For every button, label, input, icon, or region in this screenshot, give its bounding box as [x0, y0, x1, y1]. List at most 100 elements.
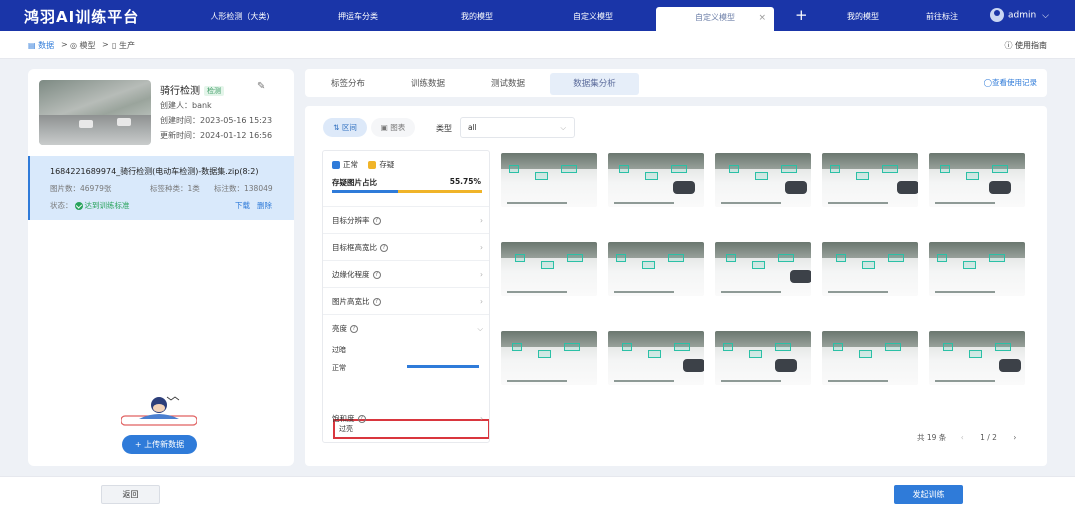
- footer-bar: 返回 发起训练: [0, 476, 1075, 507]
- chevron-right-icon: ›: [480, 216, 483, 225]
- delete-link[interactable]: 删除: [257, 200, 272, 211]
- help-icon: ?: [350, 325, 358, 333]
- avatar-icon: [990, 8, 1004, 22]
- next-page-icon[interactable]: ›: [1013, 433, 1016, 442]
- brightness-normal-bar: [407, 365, 479, 368]
- type-label: 类型: [436, 124, 452, 133]
- help-icon: ?: [372, 298, 381, 306]
- dataset-item[interactable]: 1684221689974_骑行检测(电动车检测)-数据集.zip(8:2) 图…: [28, 156, 294, 220]
- close-icon[interactable]: ×: [758, 7, 766, 29]
- dataset-image-thumbnail[interactable]: [501, 242, 597, 296]
- edit-icon[interactable]: ✎: [257, 81, 265, 92]
- model-updated-time: 更新时间：2024-01-12 16:56: [160, 131, 273, 140]
- chevron-right-icon: ›: [480, 414, 483, 423]
- filter-box-aspect[interactable]: 目标框高宽比? ›: [323, 233, 489, 260]
- dataset-image-thumbnail[interactable]: [608, 242, 704, 296]
- filter-saturation[interactable]: 饱和度? ›: [323, 405, 489, 432]
- ratio-legend: 正常 存疑: [332, 159, 394, 170]
- breadcrumb-model[interactable]: ◎ 模型: [70, 40, 96, 51]
- chevron-down-icon: ⌵: [1042, 10, 1049, 21]
- nav-tab-label: 自定义模型: [695, 13, 735, 22]
- help-icon: ?: [380, 244, 388, 252]
- dataset-image-thumbnail[interactable]: [822, 153, 918, 207]
- model-created-time: 创建时间：2023-05-16 15:23: [160, 116, 273, 125]
- nav-tab-my-models-2[interactable]: 我的模型: [823, 0, 903, 31]
- dataset-status: 状态： 达到训练标准: [50, 201, 130, 210]
- filter-edge-degree[interactable]: 边缘化程度? ›: [323, 260, 489, 287]
- breadcrumb-data[interactable]: ▤ 数据: [28, 40, 54, 51]
- back-button[interactable]: 返回: [101, 485, 160, 504]
- add-tab-icon[interactable]: +: [795, 6, 808, 24]
- dataset-label-count: 标注数：138049: [214, 184, 273, 193]
- dataset-status-value: 达到训练标准: [84, 201, 130, 210]
- image-icon: ▣: [380, 123, 391, 132]
- user-menu[interactable]: admin ⌵: [990, 8, 1049, 22]
- tab-dataset-analysis[interactable]: 数据集分析: [550, 73, 639, 95]
- start-training-button[interactable]: 发起训练: [894, 485, 963, 504]
- prev-page-icon[interactable]: ‹: [961, 433, 964, 442]
- analysis-content: ⇅ 区间 ▣ 图表 类型 all ⌵ 正常 存疑 存疑图片占比 55.75% 目标…: [305, 106, 1047, 466]
- help-icon: ?: [357, 415, 366, 423]
- usage-history-link[interactable]: ◯查看使用记录: [984, 77, 1037, 88]
- dataset-image-thumbnail[interactable]: [501, 153, 597, 207]
- tab-training-data[interactable]: 训练数据: [399, 73, 457, 95]
- breadcrumb-sep: >: [61, 40, 68, 49]
- nav-tab-go-annotate[interactable]: 前往标注: [902, 0, 982, 31]
- tab-label-distribution[interactable]: 标签分布: [319, 73, 377, 95]
- help-icon: ?: [372, 271, 381, 279]
- breadcrumb-production: ▯ 生产: [112, 41, 135, 50]
- nav-tab-custom-model[interactable]: 自定义模型: [553, 0, 633, 31]
- chevron-right-icon: ›: [480, 297, 483, 306]
- brightness-dark[interactable]: 过暗: [332, 345, 346, 355]
- filter-image-aspect[interactable]: 图片高宽比? ›: [323, 287, 489, 314]
- database-icon: ▤: [28, 41, 39, 50]
- model-thumbnail: [39, 80, 151, 145]
- nav-tab-escort-vehicle[interactable]: 押运车分类: [318, 0, 398, 31]
- cube-icon: ◎: [70, 41, 80, 50]
- model-creator: 创建人：bank: [160, 101, 212, 110]
- analysis-tabs: 标签分布 训练数据 测试数据 数据集分析 ◯查看使用记录: [305, 69, 1047, 97]
- app-brand: 鸿羽AI训练平台: [24, 8, 140, 26]
- dataset-image-thumbnail[interactable]: [608, 331, 704, 385]
- dataset-image-thumbnail[interactable]: [715, 331, 811, 385]
- nav-tab-human-detection[interactable]: 人形检测（大类): [200, 0, 280, 31]
- view-interval-toggle[interactable]: ⇅ 区间: [323, 118, 367, 137]
- dataset-image-thumbnail[interactable]: [608, 153, 704, 207]
- breadcrumb-sep-2: >: [102, 40, 109, 49]
- type-select[interactable]: all ⌵: [460, 117, 575, 138]
- filter-target-resolution[interactable]: 目标分辨率? ›: [323, 206, 489, 233]
- page-indicator: 1 / 2: [980, 433, 997, 442]
- dataset-image-thumbnail[interactable]: [929, 331, 1025, 385]
- help-icon: ⓘ: [1004, 41, 1015, 50]
- pagination: 共 19 条 ‹ 1 / 2 ›: [917, 432, 1016, 443]
- dataset-image-count: 图片数：46979张: [50, 184, 112, 193]
- suspect-ratio-bar: [332, 190, 482, 193]
- nav-tab-custom-model-active[interactable]: 自定义模型 ×: [656, 7, 774, 31]
- dataset-image-thumbnail[interactable]: [501, 331, 597, 385]
- brightness-normal[interactable]: 正常: [332, 363, 346, 373]
- dataset-label-types: 标签种类：1类: [150, 184, 200, 193]
- help-icon: ?: [372, 217, 381, 225]
- dataset-image-thumbnail[interactable]: [929, 242, 1025, 296]
- dataset-title: 1684221689974_骑行检测(电动车检测)-数据集.zip(8:2): [50, 167, 259, 176]
- view-image-toggle[interactable]: ▣ 图表: [371, 118, 415, 137]
- pagination-total: 共 19 条: [917, 433, 947, 442]
- chevron-down-icon: ⌵: [477, 324, 483, 333]
- check-circle-icon: [74, 202, 83, 210]
- dataset-image-thumbnail[interactable]: [929, 153, 1025, 207]
- chevron-right-icon: ›: [480, 243, 483, 252]
- suspect-ratio-value: 55.75%: [449, 177, 481, 186]
- upload-data-button[interactable]: + 上传新数据: [122, 435, 197, 454]
- nav-tab-my-models[interactable]: 我的模型: [437, 0, 517, 31]
- download-link[interactable]: 下载: [235, 200, 250, 211]
- guide-link[interactable]: ⓘ 使用指南: [1004, 40, 1047, 51]
- tab-test-data[interactable]: 测试数据: [479, 73, 537, 95]
- dataset-image-thumbnail[interactable]: [822, 242, 918, 296]
- filter-panel: 正常 存疑 存疑图片占比 55.75% 目标分辨率? › 目标框高宽比? › 边缘化…: [322, 150, 490, 443]
- top-nav-bar: 鸿羽AI训练平台 人形检测（大类) 押运车分类 我的模型 自定义模型 自定义模型…: [0, 0, 1075, 31]
- dataset-image-thumbnail[interactable]: [822, 331, 918, 385]
- filter-brightness[interactable]: 亮度? ⌵: [323, 314, 489, 341]
- user-name: admin: [1008, 10, 1037, 21]
- dataset-image-thumbnail[interactable]: [715, 153, 811, 207]
- dataset-image-thumbnail[interactable]: [715, 242, 811, 296]
